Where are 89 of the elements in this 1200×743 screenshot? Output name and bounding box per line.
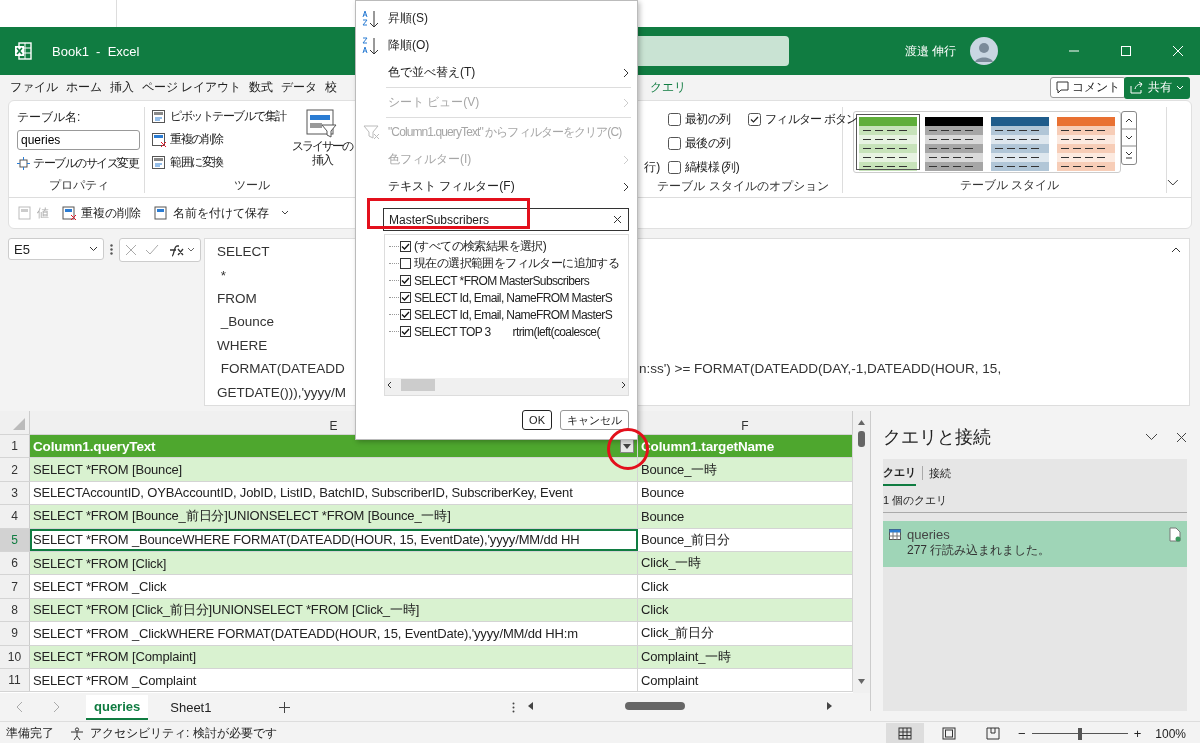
row-number[interactable]: 11: [0, 668, 30, 692]
group-label: テーブル スタイルのオプション: [656, 179, 830, 194]
table-cell: Complaint_一時: [638, 645, 853, 668]
comment-button[interactable]: コメント: [1050, 77, 1126, 98]
row-number[interactable]: 7: [0, 575, 30, 598]
query-item[interactable]: queries 277 行読み込まれました。: [883, 521, 1187, 567]
group-label: テーブル スタイル: [959, 178, 1061, 193]
table-cell: SELECT *FROM [Bounce]: [30, 458, 638, 481]
filter-value-checkbox[interactable]: SELECT Id, Email, NameFROM MasterS: [385, 306, 628, 323]
zoom-out-button[interactable]: −: [1018, 726, 1026, 741]
table-cell: SELECT *FROM _BounceWHERE FORMAT(DATEADD(HOUR, 15, EventDate),'yyyy/MM/dd HH: [30, 528, 638, 551]
quick-access-button[interactable]: 名前を付けて保存: [153, 204, 269, 222]
share-button[interactable]: 共有: [1124, 76, 1190, 99]
group-label: ツール: [232, 178, 271, 193]
menu-item[interactable]: 昇順(S): [356, 5, 637, 32]
accessibility-status[interactable]: アクセシビリティ: 検討が必要です: [90, 725, 277, 742]
filter-value-checkbox[interactable]: SELECT Id, Email, NameFROM MasterS: [385, 289, 628, 306]
table-cell: Bounce: [638, 505, 853, 528]
menu-tab[interactable]: ページ レイアウト: [142, 79, 242, 96]
table-cell: SELECT *FROM _Click: [30, 575, 638, 598]
menu-item[interactable]: 色で並べ替え(T): [356, 59, 637, 86]
option-checkbox[interactable]: 縞模様 (列): [668, 158, 749, 176]
pane-tab[interactable]: クエリ: [883, 460, 916, 486]
formula-text: *: [219, 267, 226, 283]
user-name: 渡邉 伸行: [904, 42, 956, 60]
filter-value-checkbox[interactable]: (すべての検索結果を選択): [385, 238, 628, 255]
filter-search-field[interactable]: MasterSubscribers: [383, 208, 629, 231]
row-number[interactable]: 3: [0, 481, 30, 505]
menu-tab[interactable]: 挿入: [110, 79, 134, 96]
formula-text: SELECT: [217, 244, 270, 260]
formula-text: _Bounce: [219, 314, 275, 330]
zoom-level[interactable]: 100%: [1155, 726, 1186, 741]
option-checkbox[interactable]: 最後の列: [668, 134, 749, 152]
menu-tab[interactable]: ホーム: [66, 79, 102, 96]
formula-text: GETDATE())),'yyyy/M: [217, 384, 347, 400]
row-number[interactable]: 10: [0, 645, 30, 668]
sheet-tab[interactable]: Sheet1: [162, 695, 220, 719]
status-text: 準備完了: [6, 725, 54, 742]
pane-title: クエリと接続: [883, 426, 992, 449]
formula-text: FROM: [217, 290, 257, 306]
table-cell: Bounce_一時: [638, 458, 853, 481]
row-number[interactable]: 9: [0, 622, 30, 645]
row-number[interactable]: 1: [0, 435, 30, 458]
formula-text: n:ss') >= FORMAT(DATEADD(DAY,-1,DATEADD(HOUR, 15,: [639, 361, 1002, 377]
table-cell: SELECT *FROM _ClickWHERE FORMAT(DATEADD(HOUR, 15, EventDate),'yyyy/MM/dd HH:m: [30, 622, 638, 645]
table-name-label: テーブル名:: [17, 109, 82, 126]
ok-button[interactable]: OK: [522, 410, 552, 430]
table-cell: SELECT *FROM [Click]: [30, 551, 638, 575]
table-cell: Click_一時: [638, 551, 853, 575]
name-box[interactable]: E5: [8, 238, 104, 260]
row-number[interactable]: 4: [0, 505, 30, 528]
table-cell: SELECT *FROM [Click_前日分]UNIONSELECT *FROM [Click_一時]: [30, 598, 638, 622]
filter-value-checkbox[interactable]: SELECT TOP 3 rtrim(left(coalesce(: [385, 323, 628, 340]
formula-text: WHERE: [217, 337, 268, 353]
table-cell: SELECT *FROM _Complaint: [30, 668, 638, 692]
option-checkbox[interactable]: 最初の列: [668, 110, 749, 128]
menu-tab[interactable]: クエリ: [650, 79, 687, 96]
menu-tab[interactable]: 校: [325, 79, 338, 96]
ribbon-button[interactable]: 重複の削除: [151, 130, 286, 149]
menu-tab[interactable]: 数式: [249, 79, 274, 96]
quick-access-button[interactable]: 重複の削除: [61, 204, 141, 222]
option-label: 行): [644, 158, 662, 176]
table-cell: SELECT *FROM [Complaint]: [30, 645, 638, 668]
table-cell: SELECT *FROM [Bounce_前日分]UNIONSELECT *FROM [Bounce_一時]: [30, 505, 638, 528]
table-cell: Click: [638, 598, 853, 622]
window-title: Book1 - Excel: [52, 43, 140, 59]
filter-value-checkbox[interactable]: 現在の選択範囲をフィルターに追加する: [385, 255, 628, 272]
menu-item[interactable]: 降順(O): [356, 32, 637, 59]
ribbon-button[interactable]: 範囲に変換: [151, 153, 286, 172]
row-number[interactable]: 5: [0, 528, 30, 551]
formula-text: FORMAT(DATEADD: [219, 361, 345, 377]
insert-slicer-button[interactable]: スライサーの 挿入: [291, 107, 352, 178]
table-name-field[interactable]: queries: [17, 130, 140, 150]
row-number[interactable]: 8: [0, 598, 30, 622]
resize-table-button[interactable]: テーブルのサイズ変更: [17, 154, 140, 173]
zoom-in-button[interactable]: +: [1133, 726, 1142, 741]
row-number[interactable]: 6: [0, 551, 30, 575]
sheet-tab[interactable]: queries: [86, 694, 149, 720]
cancel-button[interactable]: キャンセル: [560, 410, 629, 430]
query-count: 1 個のクエリ: [883, 487, 1187, 513]
ribbon-button[interactable]: ピボットテーブルで集計: [151, 107, 286, 126]
menu-tab[interactable]: ファイル: [10, 79, 58, 96]
pane-tab[interactable]: 接続: [929, 461, 951, 485]
group-label: プロパティ: [47, 178, 110, 193]
menu-item[interactable]: テキスト フィルター(F): [356, 173, 637, 200]
row-number[interactable]: 2: [0, 458, 30, 481]
menu-tab[interactable]: データ: [281, 79, 318, 96]
table-cell: SELECTAccountID, OYBAccountID, JobID, ListID, BatchID, SubscriberID, SubscriberKey, Event: [30, 481, 638, 505]
filter-value-checkbox[interactable]: SELECT *FROM MasterSubscribers: [385, 272, 628, 289]
